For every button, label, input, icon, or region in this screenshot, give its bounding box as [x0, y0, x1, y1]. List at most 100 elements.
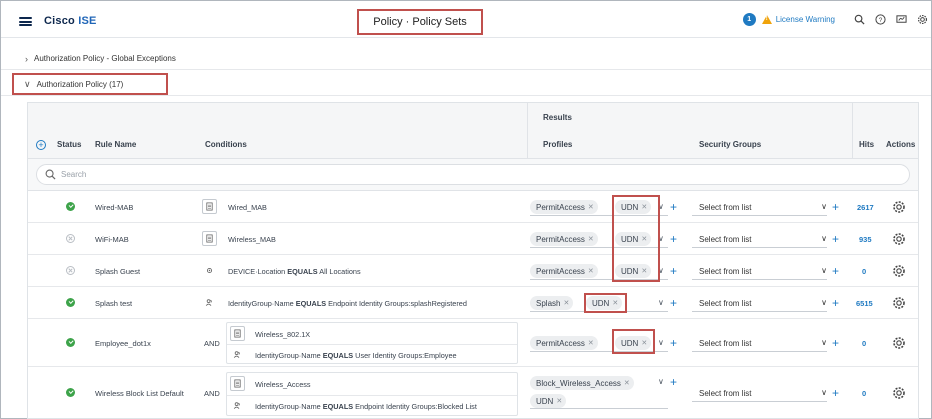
add-security-group-icon[interactable]: + — [832, 201, 839, 213]
condition-text[interactable]: IdentityGroup·Name EQUALS Endpoint Ident… — [255, 402, 477, 411]
condition-text[interactable]: Wireless_Access — [255, 380, 311, 389]
security-group-select[interactable]: Select from list ∨ — [692, 296, 827, 312]
hits-count[interactable]: 935 — [859, 235, 872, 244]
chevron-right-icon[interactable]: › — [25, 54, 28, 64]
security-group-select[interactable]: Select from list ∨ — [692, 200, 827, 216]
header-profiles[interactable]: Profiles — [543, 140, 572, 149]
hits-count[interactable]: 6515 — [856, 299, 873, 308]
section-divider — [1, 95, 931, 96]
security-group-select[interactable]: Select from list ∨ — [692, 264, 827, 280]
table-row: Wireless Block List Default AND Wireless… — [28, 367, 918, 418]
chevron-down-icon: ∨ — [821, 298, 827, 307]
hits-count[interactable]: 2617 — [857, 203, 874, 212]
add-security-group-icon[interactable]: + — [832, 297, 839, 309]
authorization-policy-table: + Status Rule Name Conditions Results Pr… — [27, 102, 919, 419]
gear-icon[interactable] — [892, 264, 906, 278]
search-input[interactable] — [61, 170, 861, 179]
table-row: Splash test IdentityGroup·Name EQUALS En… — [28, 287, 918, 319]
profile-chip[interactable]: UDN ✕ — [530, 394, 567, 408]
header-status[interactable]: Status — [57, 140, 81, 149]
gear-icon[interactable] — [892, 232, 906, 246]
condition-text[interactable]: Wireless_802.1X — [255, 330, 310, 339]
profile-chip[interactable]: PermitAccess ✕ — [530, 232, 598, 246]
condition-text[interactable]: IdentityGroup·Name EQUALS Endpoint Ident… — [228, 299, 467, 308]
gear-icon[interactable] — [892, 386, 906, 400]
profiles-field[interactable]: Block_Wireless_Access ✕ UDN ✕ — [530, 373, 668, 409]
chevron-down-icon[interactable]: ∨ — [658, 298, 664, 307]
profile-chip[interactable]: PermitAccess ✕ — [530, 264, 598, 278]
condition-text[interactable]: Wireless_MAB — [228, 235, 276, 244]
notification-badge[interactable]: 1 — [742, 13, 756, 26]
add-profile-icon[interactable]: + — [670, 201, 677, 213]
gear-icon[interactable] — [892, 200, 906, 214]
header-rule-name[interactable]: Rule Name — [95, 140, 136, 149]
add-profile-icon[interactable]: + — [670, 297, 677, 309]
add-security-group-icon[interactable]: + — [832, 387, 839, 399]
condition-text[interactable]: IdentityGroup·Name EQUALS User Identity … — [255, 351, 457, 360]
condition-operator[interactable]: AND — [204, 389, 220, 398]
hits-count[interactable]: 0 — [862, 267, 866, 276]
header-conditions[interactable]: Conditions — [205, 140, 247, 149]
dashboard-icon[interactable] — [895, 14, 907, 26]
header-hits[interactable]: Hits — [859, 140, 874, 149]
gear-icon[interactable] — [916, 14, 928, 26]
add-profile-icon[interactable]: + — [670, 233, 677, 245]
condition-operator[interactable]: AND — [204, 339, 220, 348]
remove-icon: ✕ — [563, 300, 570, 307]
gear-icon[interactable] — [892, 296, 906, 310]
udn-highlight — [584, 293, 627, 313]
header-security-groups[interactable]: Security Groups — [699, 140, 761, 149]
chevron-down-icon[interactable]: ∨ — [24, 79, 31, 90]
add-rule-icon[interactable]: + — [36, 140, 46, 150]
status-enabled-icon[interactable] — [66, 202, 75, 211]
brand-logo[interactable]: Cisco ISE — [44, 15, 97, 27]
global-exceptions-section[interactable]: › Authorization Policy - Global Exceptio… — [1, 48, 931, 70]
add-security-group-icon[interactable]: + — [832, 337, 839, 349]
table-row: Wired-MAB Wired_MAB PermitAccess ✕ UDN ✕ ∨… — [28, 191, 918, 223]
hits-count[interactable]: 0 — [862, 339, 866, 348]
status-enabled-icon[interactable] — [66, 388, 75, 397]
profile-chip[interactable]: PermitAccess ✕ — [530, 200, 598, 214]
document-icon — [202, 231, 217, 246]
condition-text[interactable]: DEVICE·Location EQUALS All Locations — [228, 267, 361, 276]
security-group-select[interactable]: Select from list ∨ — [692, 386, 827, 402]
authorization-policy-section[interactable]: ∨ Authorization Policy (17) — [12, 73, 168, 95]
hamburger-icon[interactable] — [19, 17, 32, 26]
chevron-down-icon: ∨ — [821, 234, 827, 243]
add-profile-icon[interactable]: + — [670, 376, 677, 388]
results-column-group: Results Profiles Security Groups — [527, 103, 853, 159]
profile-chip[interactable]: PermitAccess ✕ — [530, 336, 598, 350]
search-icon[interactable] — [853, 14, 865, 26]
add-profile-icon[interactable]: + — [670, 265, 677, 277]
status-disabled-icon[interactable] — [66, 266, 75, 275]
add-security-group-icon[interactable]: + — [832, 233, 839, 245]
security-group-select[interactable]: Select from list ∨ — [692, 336, 827, 352]
top-header: Cisco ISE Policy · Policy Sets 1 License… — [1, 1, 931, 38]
rule-name[interactable]: WiFi-MAB — [95, 235, 129, 244]
rule-name[interactable]: Splash Guest — [95, 267, 140, 276]
status-enabled-icon[interactable] — [66, 338, 75, 347]
chevron-down-icon[interactable]: ∨ — [658, 377, 664, 386]
gear-icon[interactable] — [892, 336, 906, 350]
profile-chip[interactable]: Splash ✕ — [530, 296, 574, 310]
security-group-select[interactable]: Select from list ∨ — [692, 232, 827, 248]
udn-highlight — [612, 329, 655, 354]
rule-name[interactable]: Employee_dot1x — [95, 339, 151, 348]
profile-chip[interactable]: Block_Wireless_Access ✕ — [530, 376, 634, 390]
condition-text[interactable]: Wired_MAB — [228, 203, 267, 212]
hits-count[interactable]: 0 — [862, 389, 866, 398]
add-security-group-icon[interactable]: + — [832, 265, 839, 277]
license-warning-link[interactable]: License Warning — [776, 15, 835, 24]
remove-icon: ✕ — [587, 340, 594, 347]
search-box[interactable] — [36, 164, 910, 185]
chevron-down-icon[interactable]: ∨ — [658, 338, 664, 347]
remove-icon: ✕ — [623, 380, 630, 387]
add-profile-icon[interactable]: + — [670, 337, 677, 349]
rule-name[interactable]: Wireless Block List Default — [95, 389, 184, 398]
status-enabled-icon[interactable] — [66, 298, 75, 307]
rule-name[interactable]: Splash test — [95, 299, 132, 308]
status-disabled-icon[interactable] — [66, 234, 75, 243]
rule-name[interactable]: Wired-MAB — [95, 203, 133, 212]
identity-group-icon — [230, 398, 245, 413]
help-icon[interactable]: ? — [874, 14, 886, 26]
